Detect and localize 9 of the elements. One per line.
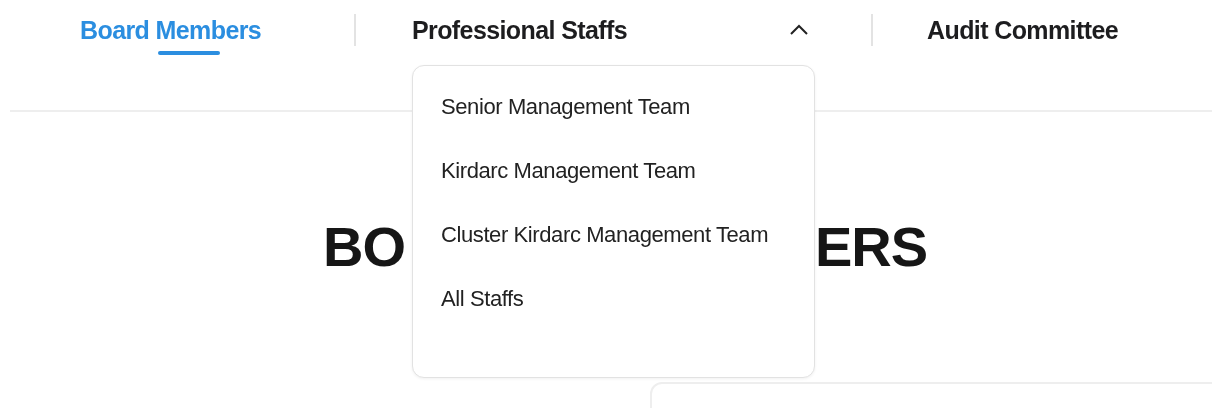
nav-tab[interactable]: Professional Staffs xyxy=(412,15,628,45)
chevron-up-icon[interactable] xyxy=(789,24,809,36)
nav-tab[interactable]: Audit Committee xyxy=(927,15,1118,45)
menu-item[interactable]: All Staffs xyxy=(441,276,794,340)
menu-item[interactable]: Cluster Kirdarc Management Team xyxy=(441,212,794,276)
page-heading: BO xyxy=(323,214,405,280)
page-heading: ERS xyxy=(815,214,928,280)
menu-item[interactable]: Kirdarc Management Team xyxy=(441,148,794,212)
menu-item[interactable]: Senior Management Team xyxy=(441,84,794,148)
